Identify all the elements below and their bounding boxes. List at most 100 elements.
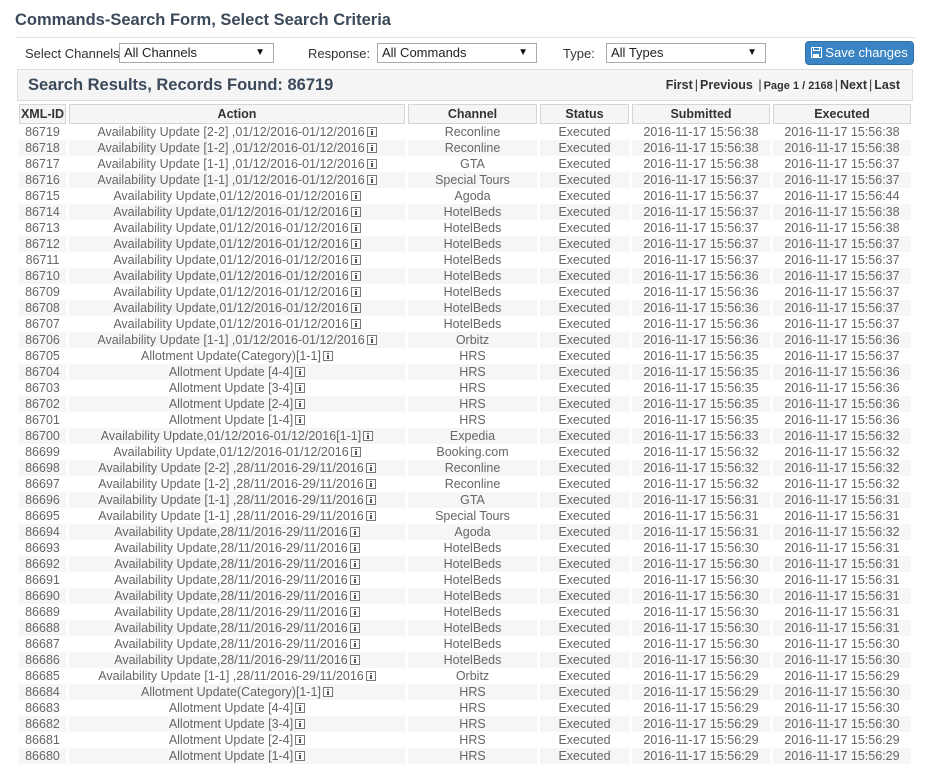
column-header-executed[interactable]: Executed — [773, 104, 911, 124]
table-row[interactable]: 86687 Availability Update,28/11/2016-29/1… — [19, 636, 911, 652]
executed-cell: 2016-11-17 15:56:31 — [773, 588, 911, 604]
table-row[interactable]: 86710 Availability Update,01/12/2016-01/1… — [19, 268, 911, 284]
table-row[interactable]: 86711 Availability Update,01/12/2016-01/1… — [19, 252, 911, 268]
status-cell: Executed — [540, 492, 629, 508]
executed-cell: 2016-11-17 15:56:31 — [784, 573, 900, 587]
table-row[interactable]: 86692 Availability Update,28/11/2016-29/1… — [19, 556, 911, 572]
info-icon[interactable] — [350, 191, 361, 201]
column-header-action[interactable]: Action — [69, 104, 405, 124]
table-row[interactable]: 86690 Availability Update,28/11/2016-29/1… — [19, 588, 911, 604]
info-icon[interactable] — [350, 255, 361, 265]
table-row[interactable]: 86706 Availability Update [1-1] ,01/12/20… — [19, 332, 911, 348]
table-row[interactable]: 86716 Availability Update [1-1] ,01/12/20… — [19, 172, 911, 188]
info-icon[interactable] — [295, 735, 306, 745]
info-icon[interactable] — [295, 399, 306, 409]
save-changes-button[interactable]: Save changes — [805, 41, 914, 65]
table-row[interactable]: 86704 Allotment Update [4-4] HRS Executed 20… — [19, 364, 911, 380]
info-icon[interactable] — [350, 287, 361, 297]
column-header-submitted[interactable]: Submitted — [632, 104, 770, 124]
table-row[interactable]: 86698 Availability Update [2-2] ,28/11/20… — [19, 460, 911, 476]
info-icon[interactable] — [349, 575, 360, 585]
info-icon[interactable] — [349, 639, 360, 649]
table-row[interactable]: 86686 Availability Update,28/11/2016-29/1… — [19, 652, 911, 668]
type-select[interactable]: All Types ▼ — [606, 43, 766, 63]
table-row[interactable]: 86684 Allotment Update(Category)[1-1] HRS E… — [19, 684, 911, 700]
table-row[interactable]: 86719 Availability Update [2-2] ,01/12/20… — [19, 124, 911, 140]
info-icon[interactable] — [363, 431, 374, 441]
table-row[interactable]: 86695 Availability Update [1-1] ,28/11/20… — [19, 508, 911, 524]
info-icon[interactable] — [350, 303, 361, 313]
table-row[interactable]: 86689 Availability Update,28/11/2016-29/1… — [19, 604, 911, 620]
info-icon[interactable] — [295, 703, 306, 713]
info-icon[interactable] — [350, 271, 361, 281]
table-row[interactable]: 86713 Availability Update,01/12/2016-01/1… — [19, 220, 911, 236]
response-select[interactable]: All Commands ▼ — [377, 43, 537, 63]
info-icon[interactable] — [366, 127, 377, 137]
info-icon[interactable] — [349, 543, 360, 553]
table-row[interactable]: 86683 Allotment Update [4-4] HRS Executed 20… — [19, 700, 911, 716]
table-row[interactable]: 86681 Allotment Update [2-4] HRS Executed 20… — [19, 732, 911, 748]
info-icon[interactable] — [349, 607, 360, 617]
table-row[interactable]: 86703 Allotment Update [3-4] HRS Executed 20… — [19, 380, 911, 396]
info-icon[interactable] — [365, 495, 376, 505]
table-row[interactable]: 86685 Availability Update [1-1] ,28/11/20… — [19, 668, 911, 684]
table-row[interactable]: 86701 Allotment Update [1-4] HRS Executed 20… — [19, 412, 911, 428]
table-row[interactable]: 86718 Availability Update [1-2] ,01/12/20… — [19, 140, 911, 156]
table-row[interactable]: 86717 Availability Update [1-1] ,01/12/20… — [19, 156, 911, 172]
table-row[interactable]: 86688 Availability Update,28/11/2016-29/1… — [19, 620, 911, 636]
info-icon[interactable] — [366, 335, 377, 345]
channels-select[interactable]: All Channels ▼ — [119, 43, 274, 63]
pager-first-link[interactable]: First — [666, 78, 693, 92]
table-row[interactable]: 86699 Availability Update,01/12/2016-01/1… — [19, 444, 911, 460]
info-icon[interactable] — [366, 159, 377, 169]
table-row[interactable]: 86715 Availability Update,01/12/2016-01/1… — [19, 188, 911, 204]
table-row[interactable]: 86694 Availability Update,28/11/2016-29/1… — [19, 524, 911, 540]
info-icon[interactable] — [295, 751, 306, 761]
table-row[interactable]: 86708 Availability Update,01/12/2016-01/1… — [19, 300, 911, 316]
table-row[interactable]: 86693 Availability Update,28/11/2016-29/1… — [19, 540, 911, 556]
pager-previous-link[interactable]: Previous — [700, 78, 753, 92]
pager-last-link[interactable]: Last — [874, 78, 900, 92]
column-header-status[interactable]: Status — [540, 104, 629, 124]
table-row[interactable]: 86700 Availability Update,01/12/2016-01/1… — [19, 428, 911, 444]
info-icon[interactable] — [350, 223, 361, 233]
info-icon[interactable] — [366, 175, 377, 185]
table-row[interactable]: 86707 Availability Update,01/12/2016-01/1… — [19, 316, 911, 332]
table-row[interactable]: 86682 Allotment Update [3-4] HRS Executed 20… — [19, 716, 911, 732]
info-icon[interactable] — [295, 367, 306, 377]
info-icon[interactable] — [365, 463, 376, 473]
info-icon[interactable] — [295, 415, 306, 425]
pager-next-link[interactable]: Next — [840, 78, 867, 92]
info-icon[interactable] — [366, 143, 377, 153]
info-icon[interactable] — [349, 527, 360, 537]
info-icon[interactable] — [350, 319, 361, 329]
table-row[interactable]: 86680 Allotment Update [1-4] HRS Executed 20… — [19, 748, 911, 764]
info-icon[interactable] — [349, 655, 360, 665]
info-icon[interactable] — [349, 623, 360, 633]
info-icon[interactable] — [350, 207, 361, 217]
info-icon[interactable] — [322, 687, 333, 697]
action-cell: Availability Update [1-1] ,28/11/2016-29… — [69, 508, 405, 524]
column-header-channel[interactable]: Channel — [408, 104, 537, 124]
column-header-xml-id[interactable]: XML-ID — [19, 104, 66, 124]
table-row[interactable]: 86714 Availability Update,01/12/2016-01/1… — [19, 204, 911, 220]
info-icon[interactable] — [349, 591, 360, 601]
executed-cell: 2016-11-17 15:56:36 — [784, 413, 900, 427]
info-icon[interactable] — [365, 511, 376, 521]
info-icon[interactable] — [365, 671, 376, 681]
info-icon[interactable] — [295, 383, 306, 393]
info-icon[interactable] — [322, 351, 333, 361]
table-row[interactable]: 86691 Availability Update,28/11/2016-29/1… — [19, 572, 911, 588]
info-icon[interactable] — [350, 447, 361, 457]
info-icon[interactable] — [350, 239, 361, 249]
table-row[interactable]: 86696 Availability Update [1-1] ,28/11/20… — [19, 492, 911, 508]
info-icon[interactable] — [349, 559, 360, 569]
info-icon[interactable] — [365, 479, 376, 489]
table-row[interactable]: 86702 Allotment Update [2-4] HRS Executed 20… — [19, 396, 911, 412]
table-row[interactable]: 86705 Allotment Update(Category)[1-1] HRS E… — [19, 348, 911, 364]
table-row[interactable]: 86709 Availability Update,01/12/2016-01/1… — [19, 284, 911, 300]
table-row[interactable]: 86712 Availability Update,01/12/2016-01/1… — [19, 236, 911, 252]
table-row[interactable]: 86697 Availability Update [1-2] ,28/11/20… — [19, 476, 911, 492]
executed-cell: 2016-11-17 15:56:36 — [773, 364, 911, 380]
info-icon[interactable] — [295, 719, 306, 729]
